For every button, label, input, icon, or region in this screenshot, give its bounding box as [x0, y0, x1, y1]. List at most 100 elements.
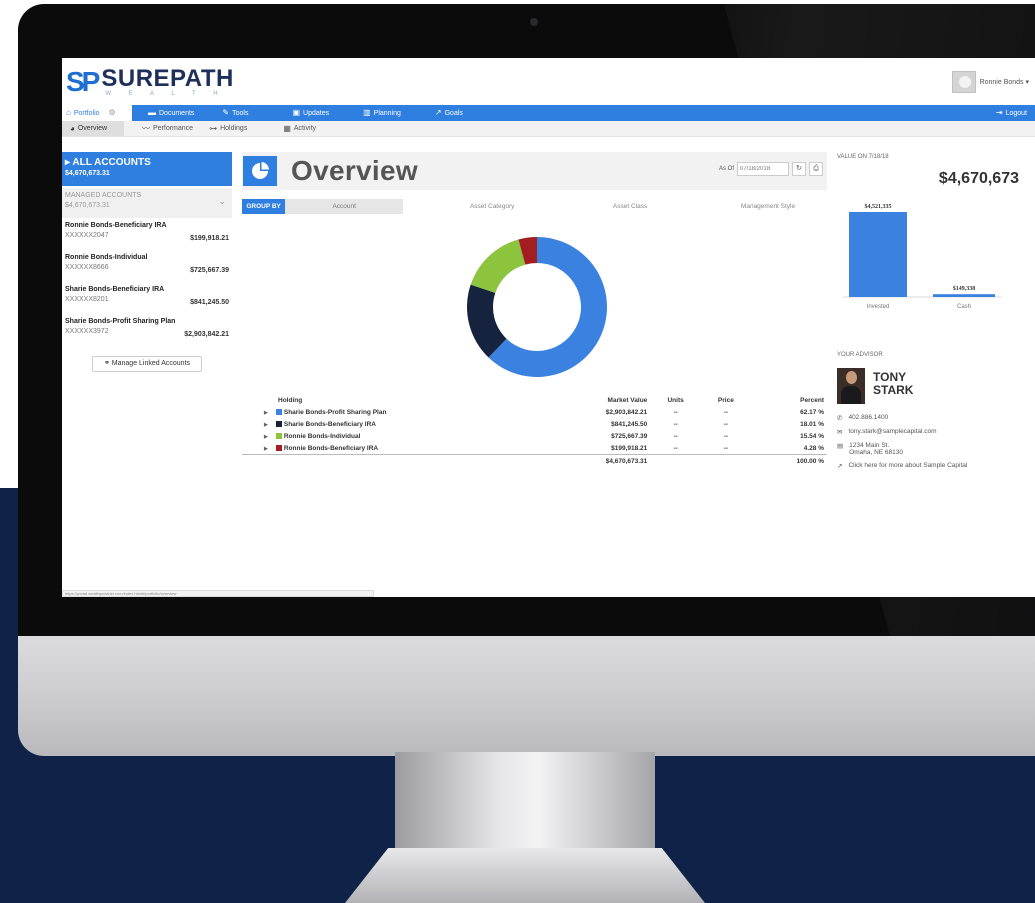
line-chart-icon: ↗: [434, 108, 442, 117]
nav-tools[interactable]: ✎ Tools: [218, 105, 252, 121]
group-by-asset-category[interactable]: Asset Category: [433, 199, 551, 214]
account-item[interactable]: Ronnie Bonds-Beneficiary IRA XXXXXX2047 …: [62, 218, 232, 250]
advisor-phone-text: 402.886.1400: [848, 414, 889, 421]
account-item[interactable]: Ronnie Bonds-Individual XXXXXX8666 $725,…: [62, 250, 232, 282]
managed-accounts-value: $4,670,673.31: [65, 202, 110, 209]
market-value: $2,903,842.21: [605, 408, 648, 416]
nav-goals[interactable]: ↗ Goals: [431, 105, 467, 121]
advisor-photo: [837, 368, 865, 404]
logo-text: SUREPATH W E A L T H: [101, 64, 234, 97]
advisor-email[interactable]: ✉ tony.stark@samplecapital.com: [837, 428, 967, 436]
units: --: [673, 408, 678, 416]
wrench-icon: ✎: [222, 108, 230, 117]
holdings-table: Holding Market Value Units Price Percent…: [242, 395, 827, 467]
monitor-chin: [18, 636, 1035, 756]
building-icon: ▤: [837, 443, 844, 450]
account-name: Sharie Bonds-Profit Sharing Plan: [65, 318, 176, 325]
sitemap-icon: ⊶: [209, 123, 218, 133]
group-by-account[interactable]: Account: [285, 199, 404, 214]
nav-documents[interactable]: ▬ Documents: [144, 105, 198, 121]
value-on-label: VALUE ON 7/18/18: [837, 154, 889, 160]
nav-planning[interactable]: ▥ Planning: [359, 105, 405, 121]
bar-cash[interactable]: [933, 294, 995, 297]
main-nav: ⌂ Portfolio ⚙ ▬ Documents ✎ Tools ▣ Upda…: [62, 105, 1035, 121]
table-row[interactable]: ▶ Sharie Bonds-Profit Sharing Plan $2,903…: [242, 406, 827, 418]
total-market-value: $4,670,673.31: [542, 454, 651, 467]
managed-accounts-group[interactable]: MANAGED ACCOUNTS $4,670,673.31 ⌄: [62, 188, 232, 218]
total-units: [650, 454, 701, 467]
settings-icon[interactable]: ⚙: [109, 109, 116, 117]
account-item[interactable]: Sharie Bonds-Beneficiary IRA XXXXXX8201 …: [62, 282, 232, 314]
brand-name: SUREPATH: [101, 64, 234, 92]
bar-chart-icon: ▥: [363, 108, 371, 117]
all-accounts-tile[interactable]: ▸ ALL ACCOUNTS $4,670,673.31: [62, 152, 232, 186]
table-row[interactable]: ▶ Sharie Bonds-Beneficiary IRA $841,245.5…: [242, 418, 827, 430]
donut-slice[interactable]: [470, 239, 526, 293]
holding-cell: ▶ Sharie Bonds-Profit Sharing Plan: [242, 406, 542, 418]
user-name: Ronnie Bonds ▾: [979, 78, 1029, 86]
advisor-phone[interactable]: ✆ 402.886.1400: [837, 414, 967, 422]
print-icon: ▣: [292, 108, 301, 117]
donut-svg: [467, 237, 607, 377]
refresh-button[interactable]: ↻: [792, 162, 806, 176]
page-title: Overview: [291, 155, 418, 186]
tab-overview-label: Overview: [77, 125, 108, 132]
expand-icon[interactable]: ▶: [264, 422, 268, 428]
account-item[interactable]: Sharie Bonds-Profit Sharing Plan XXXXXX3…: [62, 314, 232, 346]
col-price: Price: [717, 397, 734, 404]
group-by-management-style[interactable]: Management Style: [709, 199, 827, 214]
group-by-asset-class[interactable]: Asset Class: [571, 199, 689, 214]
as-of-date-input[interactable]: [737, 162, 789, 176]
expand-icon[interactable]: ▶: [264, 446, 268, 452]
user-menu[interactable]: Ronnie Bonds ▾: [951, 70, 1029, 93]
account-name: Ronnie Bonds-Beneficiary IRA: [65, 222, 167, 229]
bar-invested[interactable]: [849, 212, 907, 297]
tab-holdings[interactable]: ⊶ Holdings: [201, 121, 255, 136]
expand-icon[interactable]: ▶: [264, 434, 268, 440]
holding-name: Ronnie Bonds-Individual: [283, 432, 361, 440]
print-button[interactable]: ⎙: [809, 162, 823, 176]
tab-holdings-label: Holdings: [220, 125, 248, 132]
manage-linked-accounts-button[interactable]: ⚭ Manage Linked Accounts: [92, 356, 202, 372]
holding-name: Ronnie Bonds-Beneficiary IRA: [283, 444, 379, 452]
pie-chart-icon: [243, 156, 277, 186]
nav-documents-label: Documents: [159, 109, 195, 117]
nav-portfolio[interactable]: ⌂ Portfolio ⚙: [62, 105, 132, 121]
advisor-address-line2: Omaha, NE 68130: [849, 449, 903, 456]
advisor-more-link[interactable]: ↗ Click here for more about Sample Capit…: [837, 462, 967, 470]
table-row[interactable]: ▶ Ronnie Bonds-Beneficiary IRA $199,918.2…: [242, 442, 827, 455]
col-units: Units: [667, 397, 684, 404]
chevron-down-icon[interactable]: ⌄: [218, 196, 226, 207]
account-balance: $841,245.50: [190, 299, 229, 306]
total-price: [700, 454, 751, 467]
manage-linked-accounts-label: Manage Linked Accounts: [111, 360, 191, 367]
nav-updates[interactable]: ▣ Updates: [288, 105, 333, 121]
allocation-donut-chart: [462, 232, 612, 382]
overview-main: Overview As Of ↻ ⎙ GROUP BY Account Asse…: [242, 152, 827, 467]
monitor-stand-neck: [395, 752, 655, 862]
invested-cash-bar-chart: $4,521,335 Invested $149,338 Cash: [843, 203, 1001, 310]
table-row[interactable]: ▶ Ronnie Bonds-Individual $725,667.39 -- …: [242, 430, 827, 442]
external-link-icon: ↗: [837, 463, 843, 470]
managed-accounts-title: MANAGED ACCOUNTS: [65, 192, 142, 199]
logout-icon: ⇥: [995, 108, 1003, 117]
tab-performance[interactable]: 〰 Performance: [134, 121, 201, 136]
market-value: $841,245.50: [611, 420, 648, 428]
table-header-row: Holding Market Value Units Price Percent: [242, 395, 827, 406]
units: --: [673, 420, 678, 428]
account-name: Sharie Bonds-Beneficiary IRA: [65, 286, 165, 293]
tab-performance-label: Performance: [153, 125, 194, 132]
brand-logo[interactable]: SP SUREPATH W E A L T H: [66, 64, 234, 97]
tab-activity[interactable]: ▦ Activity: [275, 121, 324, 136]
nav-logout[interactable]: ⇥ Logout: [992, 105, 1031, 121]
pie-icon: ◕: [70, 123, 75, 133]
tab-overview[interactable]: ◕ Overview: [62, 121, 124, 136]
percent: 4.28 %: [803, 444, 824, 452]
legend-swatch: [275, 420, 282, 427]
tab-activity-label: Activity: [293, 125, 317, 132]
advisor-address-line1: 1234 Main St.: [849, 442, 890, 449]
col-holding: Holding: [278, 397, 303, 404]
bar-category-label: Invested: [867, 304, 890, 310]
advisor-label: YOUR ADVISOR: [837, 352, 883, 358]
expand-icon[interactable]: ▶: [264, 410, 268, 416]
